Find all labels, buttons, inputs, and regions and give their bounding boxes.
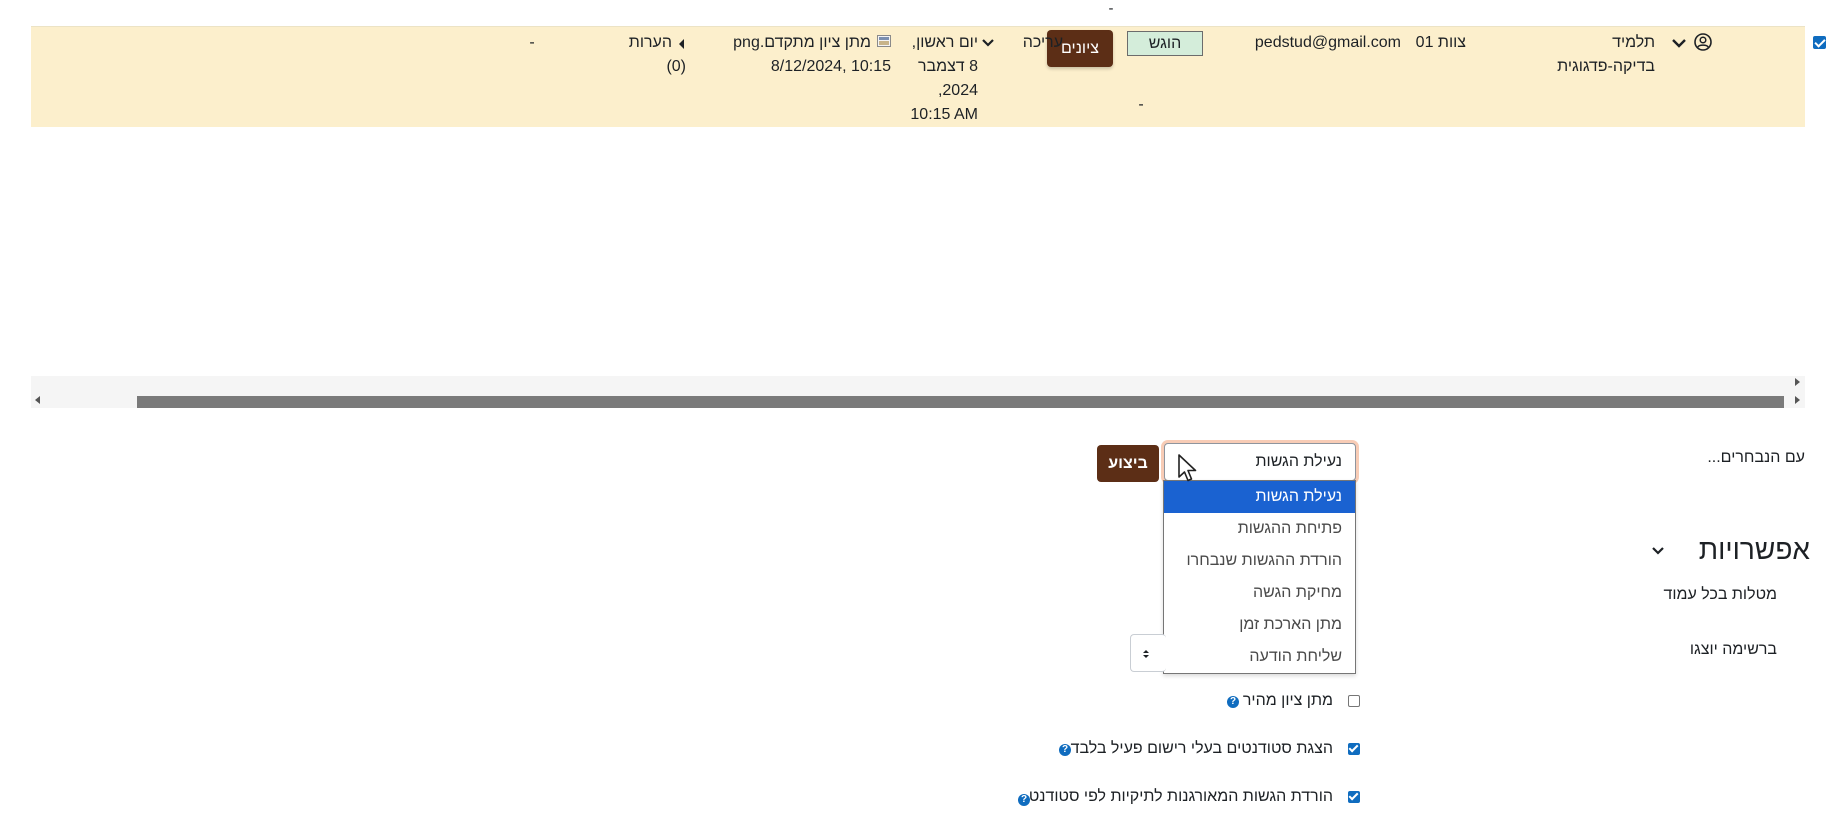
help-icon[interactable]: ? [1018, 794, 1030, 806]
scroll-left-arrow-icon[interactable] [35, 396, 40, 404]
image-file-icon [877, 35, 891, 47]
modified-date: יום ראשון, 8 דצמבר 2024, 10:15 AM [878, 31, 978, 127]
download-folders-checkbox[interactable] [1348, 791, 1360, 803]
status-badge: הוגש [1127, 31, 1203, 56]
date-line: 8 דצמבר [917, 58, 978, 75]
active-only-checkbox[interactable] [1348, 743, 1360, 755]
comments-count: (0) [666, 58, 686, 75]
team-cell: צוות 01 [1415, 34, 1466, 51]
caret-left-icon [679, 39, 684, 49]
date-line: 10:15 AM [910, 106, 978, 123]
quick-grading-checkbox[interactable] [1348, 695, 1360, 707]
option-unlock-submissions[interactable]: פתיחת ההגשות [1164, 513, 1355, 545]
user-circle-icon[interactable] [1693, 32, 1713, 52]
grade-value: - [1138, 96, 1144, 113]
chevron-down-icon[interactable] [1668, 33, 1690, 53]
scroll-right-arrow-icon[interactable] [1795, 378, 1800, 386]
feedback-value: - [529, 34, 535, 51]
go-button[interactable]: ביצוע [1097, 445, 1159, 482]
option-lock-submissions[interactable]: נעילת הגשות [1164, 481, 1355, 513]
row-select-checkbox[interactable] [1813, 36, 1826, 49]
option-grant-extension[interactable]: מתן הארכת זמן [1164, 609, 1355, 641]
file-link[interactable]: מתן ציון מתקדם.png [733, 34, 871, 51]
option-delete-submission[interactable]: מחיקת הגשה [1164, 577, 1355, 609]
bulk-action-options: נעילת הגשות פתיחת ההגשות הורדת ההגשות שנ… [1163, 480, 1356, 674]
student-name-line2: בדיקה-פדגוגית [1557, 58, 1655, 75]
help-icon[interactable]: ? [1059, 744, 1071, 756]
option-send-message[interactable]: שליחת הודעה [1164, 641, 1355, 673]
edit-menu-label: עריכה [1022, 34, 1063, 51]
options-heading: אפשרויות [1698, 534, 1810, 565]
student-name-line1: תלמיד [1612, 34, 1655, 51]
edit-menu[interactable]: עריכה [979, 31, 1063, 55]
download-folders-option: הורדת הגשות המאורגנות לתיקיות לפי סטודנט… [1015, 786, 1360, 808]
help-icon[interactable]: ? [1227, 696, 1239, 708]
options-section-toggle[interactable]: אפשרויות [1650, 532, 1810, 568]
scroll-right-arrow-icon[interactable] [1795, 396, 1800, 404]
date-line: יום ראשון, [911, 34, 978, 51]
chevron-down-icon [982, 39, 994, 47]
email-cell: pedstud@gmail.com [1254, 34, 1401, 51]
scrollbar-thumb[interactable] [137, 396, 1784, 408]
select-arrows-icon [1143, 650, 1149, 658]
with-selected-label: עם הנבחרים... [1707, 449, 1805, 466]
option-download-selected[interactable]: הורדת ההגשות שנבחרו [1164, 545, 1355, 577]
comments-toggle[interactable]: הערות (0) [586, 31, 686, 79]
date-line: 2024, [937, 82, 978, 99]
active-only-option: הצגת סטודנטים בעלי רישום פעיל בלבד ? [1015, 738, 1360, 760]
active-only-label: הצגת סטודנטים בעלי רישום פעיל בלבד [1070, 740, 1333, 757]
comments-label: הערות [628, 34, 672, 51]
show-in-list-label: ברשימה יוצגו [1689, 641, 1777, 658]
chevron-down-icon [1652, 547, 1664, 555]
quick-grading-label: מתן ציון מהיר [1242, 692, 1333, 709]
top-dash: - [1108, 0, 1114, 17]
per-page-label: מטלות בכל עמוד [1663, 586, 1777, 603]
quick-grading-option: מתן ציון מהיר ? [1015, 690, 1360, 712]
student-name[interactable]: תלמיד בדיקה-פדגוגית [1471, 31, 1655, 79]
download-folders-label: הורדת הגשות המאורגנות לתיקיות לפי סטודנט [1028, 788, 1333, 805]
table-row: תלמיד בדיקה-פדגוגית צוות 01 pedstud@gmai… [31, 26, 1826, 127]
mouse-cursor-icon [1178, 454, 1197, 482]
